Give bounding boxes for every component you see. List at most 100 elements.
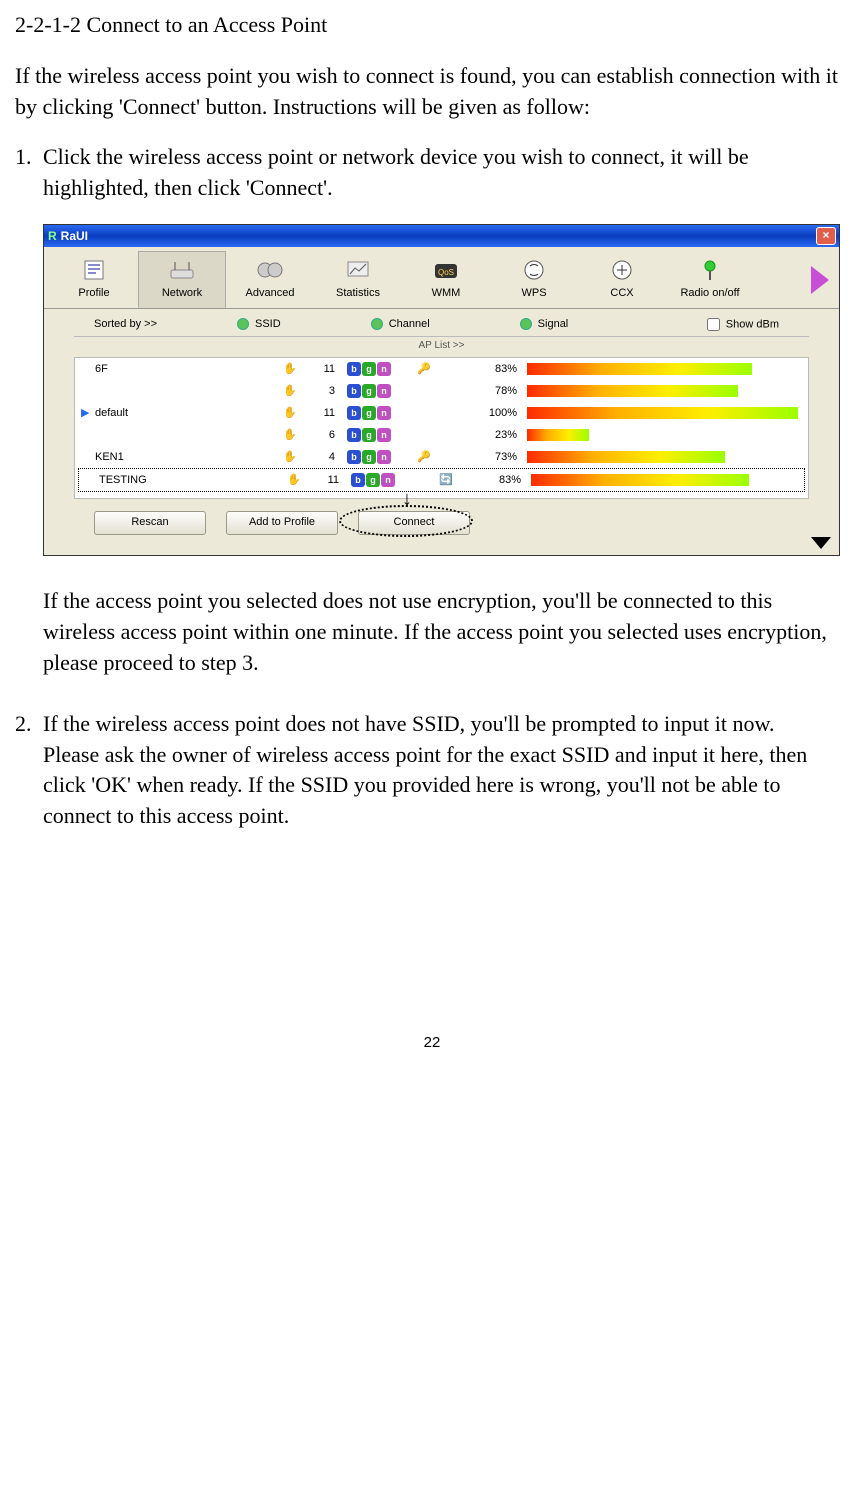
ap-ssid: 6F	[95, 362, 275, 377]
next-arrow-icon[interactable]	[811, 266, 829, 294]
signal-bar	[527, 407, 802, 419]
mode-badges: bgn	[347, 428, 417, 442]
radio-icon	[667, 256, 753, 284]
tab-label: WMM	[403, 286, 489, 301]
signal-bar	[527, 451, 802, 463]
ap-channel: 3	[305, 384, 347, 399]
tab-label: Profile	[51, 286, 137, 301]
advanced-icon	[227, 256, 313, 284]
ap-signal: 23%	[457, 428, 527, 443]
connect-button[interactable]: Connect	[358, 511, 470, 535]
sort-channel-label: Channel	[389, 318, 430, 330]
close-icon[interactable]: ×	[816, 227, 836, 245]
tab-wmm[interactable]: QoS WMM	[402, 251, 490, 308]
annotation-arrow-icon: ↓	[402, 485, 412, 513]
ap-row[interactable]: ✋3bgn 78%	[75, 380, 808, 402]
n-badge: n	[377, 406, 391, 420]
mode-badges: bgn	[347, 450, 417, 464]
ccx-icon	[579, 256, 665, 284]
b-badge: b	[347, 362, 361, 376]
tab-label: Network	[139, 286, 225, 301]
sort-bar: Sorted by >> SSID Channel Signal Show dB…	[44, 309, 839, 336]
g-badge: g	[362, 428, 376, 442]
hand-icon: ✋	[275, 384, 305, 399]
ap-ssid: KEN1	[95, 450, 275, 465]
step-text: If the wireless access point does not ha…	[43, 709, 833, 832]
ap-row[interactable]: ▶default✋11bgn100%	[75, 402, 808, 424]
step-2: 2.If the wireless access point does not …	[15, 709, 849, 832]
tab-label: Radio on/off	[667, 286, 753, 301]
window-titlebar: R RaUI ×	[44, 225, 839, 247]
mode-badges: bgn	[347, 406, 417, 420]
wps-icon	[491, 256, 577, 284]
ap-ssid: default	[95, 406, 275, 421]
svg-text:QoS: QoS	[438, 268, 454, 277]
dot-icon	[520, 318, 532, 330]
signal-bar	[527, 429, 802, 441]
ap-channel: 11	[305, 362, 347, 377]
tab-profile[interactable]: Profile	[50, 251, 138, 308]
tab-ccx[interactable]: CCX	[578, 251, 666, 308]
network-icon	[139, 256, 225, 284]
ap-row[interactable]: KEN1✋4bgn🔑73%	[75, 446, 808, 468]
ap-list: 6F✋11bgn🔑83%✋3bgn78%▶default✋11bgn100%✋6…	[74, 357, 809, 499]
sort-channel[interactable]: Channel	[371, 317, 430, 332]
n-badge: n	[381, 473, 395, 487]
step-1: 1.Click the wireless access point or net…	[15, 142, 849, 204]
wmm-icon: QoS	[403, 256, 489, 284]
ap-channel: 4	[305, 450, 347, 465]
g-badge: g	[362, 384, 376, 398]
sort-signal[interactable]: Signal	[520, 317, 569, 332]
n-badge: n	[377, 450, 391, 464]
g-badge: g	[362, 406, 376, 420]
intro-paragraph: If the wireless access point you wish to…	[15, 61, 849, 123]
tab-network[interactable]: Network	[138, 251, 226, 308]
sort-ssid-label: SSID	[255, 318, 281, 330]
b-badge: b	[347, 450, 361, 464]
ap-signal: 100%	[457, 406, 527, 421]
ap-signal: 83%	[461, 473, 531, 488]
show-dbm-checkbox[interactable]	[707, 318, 720, 331]
add-to-profile-button[interactable]: Add to Profile	[226, 511, 338, 535]
show-dbm[interactable]: Show dBm	[703, 315, 779, 334]
sort-signal-label: Signal	[538, 318, 569, 330]
g-badge: g	[362, 450, 376, 464]
ap-signal: 83%	[457, 362, 527, 377]
tab-label: WPS	[491, 286, 577, 301]
rescan-button[interactable]: Rescan	[94, 511, 206, 535]
ap-signal: 78%	[457, 384, 527, 399]
button-row: ↓ Rescan Add to Profile Connect	[44, 507, 839, 545]
show-dbm-label: Show dBm	[726, 319, 779, 331]
mode-badges: bgn	[347, 384, 417, 398]
signal-bar	[527, 385, 802, 397]
dot-icon	[371, 318, 383, 330]
hand-icon: ✋	[275, 450, 305, 465]
app-icon: R	[48, 228, 57, 245]
ap-signal: 73%	[457, 450, 527, 465]
tab-wps[interactable]: WPS	[490, 251, 578, 308]
wps-icon: 🔄	[439, 473, 461, 488]
step-1-after: If the access point you selected does no…	[43, 586, 849, 678]
main-tabs: Profile Network Advanced Statistics QoS …	[44, 247, 839, 309]
sort-ssid[interactable]: SSID	[237, 317, 281, 332]
lock-icon: 🔑	[417, 450, 435, 465]
ap-channel: 6	[305, 428, 347, 443]
section-heading: 2-2-1-2 Connect to an Access Point	[15, 10, 849, 41]
statistics-icon	[315, 256, 401, 284]
n-badge: n	[377, 362, 391, 376]
b-badge: b	[351, 473, 365, 487]
signal-bar	[531, 474, 798, 486]
g-badge: g	[362, 362, 376, 376]
tab-statistics[interactable]: Statistics	[314, 251, 402, 308]
ap-row[interactable]: TESTING✋11bgn🔄83%	[78, 468, 805, 492]
g-badge: g	[366, 473, 380, 487]
tab-advanced[interactable]: Advanced	[226, 251, 314, 308]
hand-icon: ✋	[275, 406, 305, 421]
ap-row[interactable]: 6F✋11bgn🔑83%	[75, 358, 808, 380]
dot-icon	[237, 318, 249, 330]
tab-radio[interactable]: Radio on/off	[666, 251, 754, 308]
mode-badges: bgn	[347, 362, 417, 376]
ap-row[interactable]: ✋6bgn23%	[75, 424, 808, 446]
ap-ssid: TESTING	[99, 473, 279, 488]
tab-label: Advanced	[227, 286, 313, 301]
